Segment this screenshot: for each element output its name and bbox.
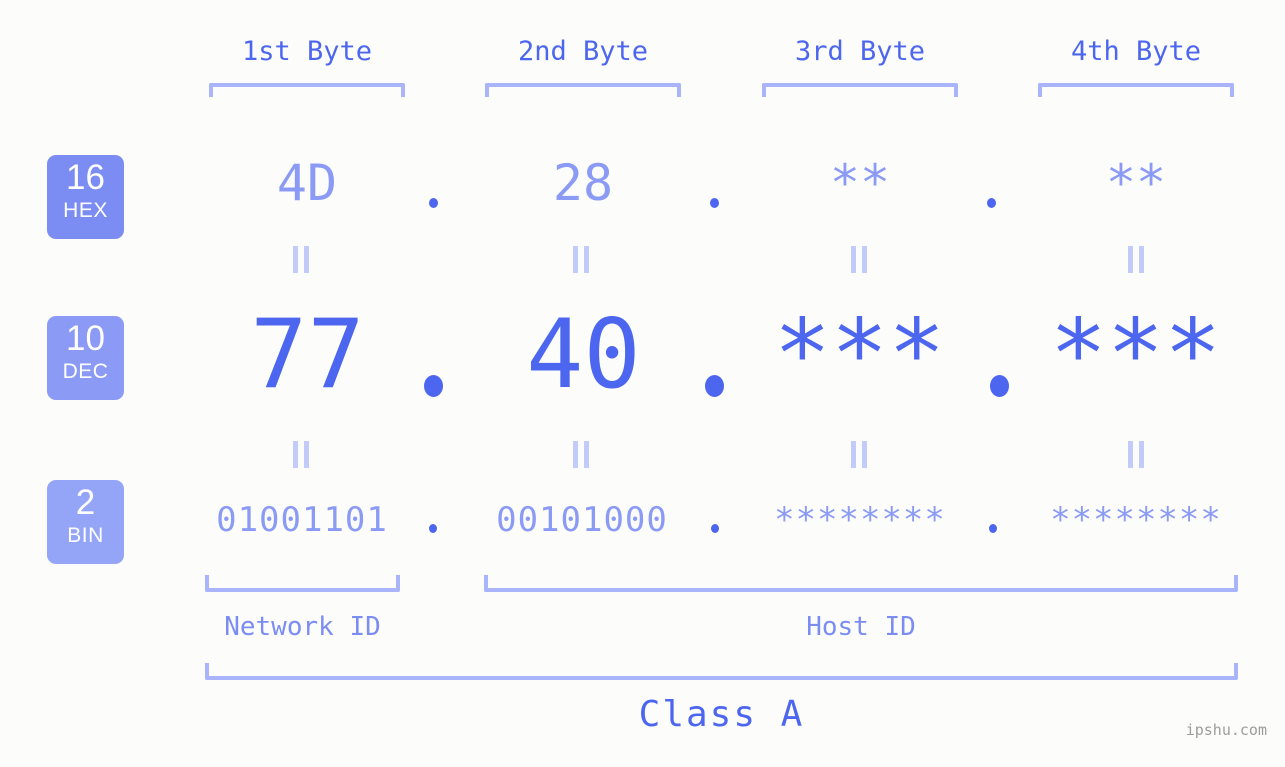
equals-connector-hex-dec-1 bbox=[292, 246, 311, 273]
hex-separator-dot-2 bbox=[710, 198, 719, 208]
dec-byte-2: 40 bbox=[526, 300, 641, 410]
base-badge-dec-abbr: DEC bbox=[62, 360, 109, 383]
dec-separator-dot-2 bbox=[705, 375, 724, 397]
byte-header-2: 2nd Byte bbox=[517, 36, 649, 67]
class-label: Class A bbox=[638, 694, 805, 735]
dec-byte-1: 77 bbox=[250, 300, 365, 410]
hex-separator-dot-1 bbox=[429, 198, 438, 208]
hex-byte-3: ** bbox=[829, 154, 891, 212]
dec-byte-3: *** bbox=[773, 300, 946, 410]
equals-connector-dec-bin-2 bbox=[572, 441, 591, 468]
byte-bracket-top-4 bbox=[1038, 83, 1234, 97]
bin-byte-4: ******** bbox=[1050, 500, 1222, 540]
hex-byte-2: 28 bbox=[552, 154, 614, 212]
base-badge-hex-number: 16 bbox=[66, 158, 105, 197]
byte-header-4: 4th Byte bbox=[1070, 36, 1202, 67]
hex-byte-4: ** bbox=[1105, 154, 1167, 212]
class-bracket bbox=[205, 663, 1238, 680]
hex-byte-1: 4D bbox=[276, 154, 338, 212]
byte-bracket-top-2 bbox=[485, 83, 681, 97]
dec-separator-dot-3 bbox=[990, 375, 1009, 397]
dec-byte-4: *** bbox=[1049, 300, 1222, 410]
base-badge-dec: 10 DEC bbox=[47, 316, 124, 400]
dec-separator-dot-1 bbox=[424, 375, 443, 397]
bin-separator-dot-1 bbox=[429, 524, 437, 533]
base-badge-dec-number: 10 bbox=[66, 319, 105, 358]
equals-connector-hex-dec-4 bbox=[1127, 246, 1146, 273]
ip-address-breakdown-diagram: 1st Byte 2nd Byte 3rd Byte 4th Byte 16 H… bbox=[0, 0, 1285, 767]
bin-byte-3: ******** bbox=[774, 500, 946, 540]
bin-byte-2: 00101000 bbox=[496, 500, 668, 540]
base-badge-bin-abbr: BIN bbox=[67, 524, 104, 547]
base-badge-hex-abbr: HEX bbox=[63, 199, 108, 222]
base-badge-bin-number: 2 bbox=[75, 483, 96, 522]
equals-connector-hex-dec-2 bbox=[572, 246, 591, 273]
byte-header-3: 3rd Byte bbox=[794, 36, 926, 67]
host-id-label: Host ID bbox=[806, 612, 916, 642]
byte-bracket-top-1 bbox=[209, 83, 405, 97]
equals-connector-dec-bin-3 bbox=[850, 441, 869, 468]
bin-separator-dot-3 bbox=[989, 524, 997, 533]
site-watermark: ipshu.com bbox=[1185, 721, 1267, 739]
bin-byte-1: 01001101 bbox=[216, 500, 388, 540]
equals-connector-hex-dec-3 bbox=[850, 246, 869, 273]
base-badge-hex: 16 HEX bbox=[47, 155, 124, 239]
byte-bracket-top-3 bbox=[762, 83, 958, 97]
byte-header-1: 1st Byte bbox=[241, 36, 373, 67]
equals-connector-dec-bin-1 bbox=[292, 441, 311, 468]
base-badge-bin: 2 BIN bbox=[47, 480, 124, 564]
hex-separator-dot-3 bbox=[987, 198, 996, 208]
equals-connector-dec-bin-4 bbox=[1127, 441, 1146, 468]
network-id-label: Network ID bbox=[224, 612, 381, 642]
host-id-bracket bbox=[484, 575, 1238, 592]
bin-separator-dot-2 bbox=[711, 524, 719, 533]
network-id-bracket bbox=[205, 575, 400, 592]
